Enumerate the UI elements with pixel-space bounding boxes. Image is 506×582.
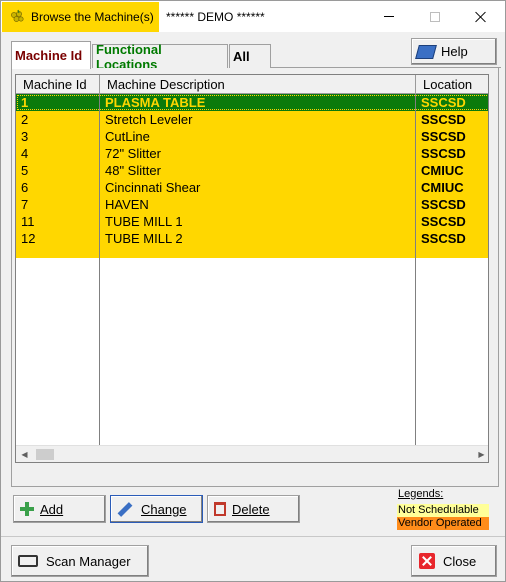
close-button[interactable]: Close: [411, 545, 497, 577]
cell-location: CMIUC: [421, 180, 464, 195]
minimize-icon: [384, 16, 394, 17]
cell-description: PLASMA TABLE: [105, 95, 206, 110]
column-header-machine-description[interactable]: Machine Description: [100, 75, 416, 94]
scan-manager-button[interactable]: Scan Manager: [11, 545, 149, 577]
table-row[interactable]: 1 PLASMA TABLE SSCSD: [16, 94, 488, 111]
legend-vendor-operated: Vendor Operated: [397, 517, 489, 530]
footer-separator: [1, 536, 505, 537]
maximize-icon: [430, 11, 440, 22]
window-title: Browse the Machine(s): [31, 10, 154, 24]
column-header-machine-id[interactable]: Machine Id: [16, 75, 100, 94]
horizontal-scrollbar[interactable]: ◀ ▶: [16, 445, 488, 462]
cell-location: SSCSD: [421, 95, 466, 110]
cell-description: HAVEN: [105, 197, 149, 212]
cell-description: Stretch Leveler: [105, 112, 193, 127]
column-header-location[interactable]: Location: [416, 75, 488, 94]
table-row[interactable]: 3 CutLine SSCSD: [16, 128, 488, 145]
change-button[interactable]: Change: [110, 495, 203, 523]
machine-grid[interactable]: Machine Id Machine Description Location …: [15, 74, 489, 463]
cell-description: 72" Slitter: [105, 146, 161, 161]
tab-machine-id[interactable]: Machine Id: [11, 41, 91, 69]
plus-icon: [20, 502, 34, 516]
minimize-button[interactable]: [366, 1, 412, 32]
add-label: Add: [40, 501, 64, 517]
cell-machine-id: 12: [21, 231, 36, 246]
cell-machine-id: 2: [21, 112, 29, 127]
legend-title: Legends:: [398, 488, 444, 500]
scroll-left-arrow-icon[interactable]: ◀: [16, 446, 33, 462]
delete-label: Delete: [232, 501, 270, 517]
cell-description: Cincinnati Shear: [105, 180, 201, 195]
scanner-icon: [18, 555, 38, 567]
cell-location: SSCSD: [421, 197, 466, 212]
cell-description: 48" Slitter: [105, 163, 161, 178]
change-label: Change: [141, 501, 187, 517]
table-row[interactable]: 7 HAVEN SSCSD: [16, 196, 488, 213]
close-label: Close: [443, 553, 477, 569]
title-bar[interactable]: Browse the Machine(s) ****** DEMO ******: [1, 1, 505, 32]
scan-manager-label: Scan Manager: [46, 553, 131, 569]
table-row[interactable]: 5 48" Slitter CMIUC: [16, 162, 488, 179]
cell-machine-id: 6: [21, 180, 29, 195]
close-icon: [419, 553, 435, 569]
scroll-right-arrow-icon[interactable]: ▶: [473, 446, 488, 462]
cell-description: TUBE MILL 1: [105, 214, 183, 229]
cell-description: CutLine: [105, 129, 150, 144]
tab-functional-locations[interactable]: Functional Locations: [92, 42, 228, 72]
legend-not-schedulable: Not Schedulable: [397, 504, 489, 517]
cell-machine-id: 7: [21, 197, 29, 212]
scrollbar-thumb[interactable]: [36, 449, 54, 460]
help-button[interactable]: Help: [411, 38, 497, 65]
cell-machine-id: 3: [21, 129, 29, 144]
window-subtitle: ****** DEMO ******: [166, 10, 265, 24]
tab-all[interactable]: All: [229, 44, 271, 68]
cell-location: SSCSD: [421, 129, 466, 144]
cell-location: SSCSD: [421, 112, 466, 127]
table-row[interactable]: 12 TUBE MILL 2 SSCSD: [16, 230, 488, 247]
help-label: Help: [441, 44, 468, 59]
cell-machine-id: 11: [21, 214, 35, 229]
cell-machine-id: 5: [21, 163, 29, 178]
cell-machine-id: 4: [21, 146, 29, 161]
cell-description: TUBE MILL 2: [105, 231, 183, 246]
cell-location: CMIUC: [421, 163, 464, 178]
browse-machines-window: Browse the Machine(s) ****** DEMO ******…: [0, 0, 506, 582]
cell-location: SSCSD: [421, 214, 466, 229]
cell-location: SSCSD: [421, 146, 466, 161]
delete-button[interactable]: Delete: [207, 495, 300, 523]
table-row[interactable]: 11 TUBE MILL 1 SSCSD: [16, 213, 488, 230]
table-row[interactable]: 4 72" Slitter SSCSD: [16, 145, 488, 162]
column-divider: [99, 94, 100, 462]
pencil-icon: [117, 501, 133, 517]
window-close-button[interactable]: [458, 1, 504, 32]
close-icon: [475, 11, 487, 23]
table-row[interactable]: 2 Stretch Leveler SSCSD: [16, 111, 488, 128]
cell-location: SSCSD: [421, 231, 466, 246]
grapes-app-icon: [11, 9, 24, 22]
cell-machine-id: 1: [21, 95, 29, 110]
grid-rows: 1 PLASMA TABLE SSCSD 2 Stretch Leveler S…: [16, 94, 488, 258]
trash-icon: [214, 502, 226, 516]
book-icon: [415, 44, 437, 59]
add-button[interactable]: Add: [13, 495, 106, 523]
maximize-button[interactable]: [412, 1, 458, 32]
column-divider: [415, 94, 416, 462]
grid-header: Machine Id Machine Description Location: [16, 75, 488, 94]
table-row[interactable]: 6 Cincinnati Shear CMIUC: [16, 179, 488, 196]
